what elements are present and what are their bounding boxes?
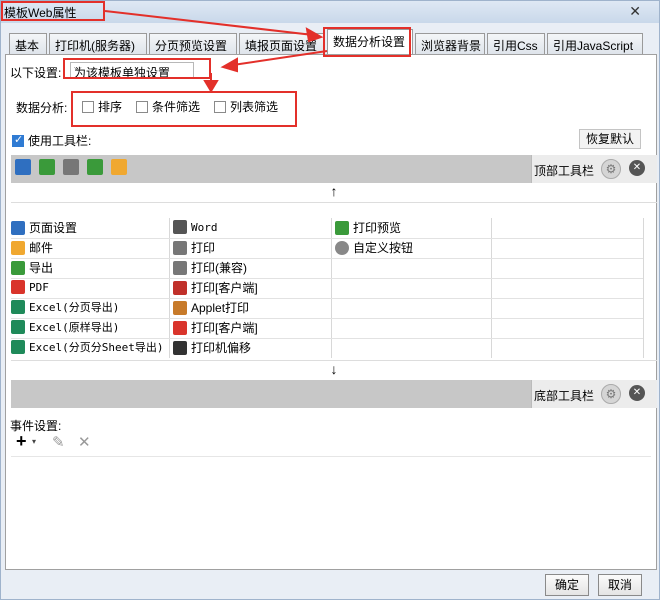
button-label: 自定义按钮: [353, 241, 414, 255]
bottom-toolbar-header: 底部工具栏 ⚙ ✕: [531, 380, 657, 408]
top-toolbar-header: 顶部工具栏 ⚙ ✕: [531, 155, 657, 183]
pdf-print-button[interactable]: 打印[客户端]: [173, 318, 258, 338]
print-icon: [173, 261, 187, 275]
grid-divider: [643, 218, 644, 358]
move-up-arrow[interactable]: ↑: [11, 183, 657, 203]
export-icon: [11, 261, 25, 275]
button-label: 打印[客户端]: [191, 281, 258, 295]
export-button[interactable]: 导出: [11, 258, 53, 278]
button-label: 打印: [191, 241, 216, 255]
add-event-icon[interactable]: +: [16, 431, 27, 452]
page-setup-icon[interactable]: [15, 159, 31, 175]
bottom-toolbar-label: 底部工具栏: [534, 389, 595, 403]
add-dropdown-chevron-icon[interactable]: ▾: [32, 437, 36, 446]
excel-icon: [11, 320, 25, 334]
button-label: 导出: [29, 261, 54, 275]
flash-print-icon: [173, 281, 187, 295]
pdf-icon: [11, 280, 25, 294]
button-label: 打印(兼容): [191, 261, 247, 275]
bottom-toolbar-settings-icon[interactable]: ⚙: [601, 384, 621, 404]
export-icon[interactable]: [87, 159, 103, 175]
print-preview-icon: [335, 221, 349, 235]
bottom-toolbar-preview: [11, 380, 531, 408]
word-button[interactable]: Word: [173, 218, 218, 238]
grid-row-divider: [11, 258, 643, 259]
button-label: Excel(原样导出): [29, 321, 120, 334]
flash-print-button[interactable]: 打印[客户端]: [173, 278, 258, 298]
grid-row-divider: [11, 278, 643, 279]
annotation-arrows: [104, 10, 328, 93]
mail-button[interactable]: 邮件: [11, 238, 53, 258]
word-icon: [173, 220, 187, 234]
button-label: Excel(分页导出): [29, 301, 120, 314]
custom-button[interactable]: 自定义按钮: [335, 238, 413, 258]
top-toolbar-settings-icon[interactable]: ⚙: [601, 159, 621, 179]
button-label: Applet打印: [191, 301, 250, 315]
top-toolbar-remove-icon[interactable]: ✕: [629, 160, 645, 176]
excel-icon: [11, 300, 25, 314]
excel-sheet-button[interactable]: Excel(分页分Sheet导出): [11, 338, 163, 358]
page-setup-button[interactable]: 页面设置: [11, 218, 77, 238]
excel-icon: [11, 340, 25, 354]
mail-icon: [11, 241, 25, 255]
button-label: 页面设置: [29, 221, 78, 235]
button-label: 邮件: [29, 241, 54, 255]
top-toolbar-preview: [11, 155, 531, 183]
print-button[interactable]: 打印: [173, 238, 215, 258]
button-label: 打印[客户端]: [191, 321, 258, 335]
ok-button[interactable]: 确定: [545, 574, 589, 596]
mail-icon[interactable]: [111, 159, 127, 175]
top-toolbar-label: 顶部工具栏: [534, 164, 595, 178]
button-label: PDF: [29, 281, 49, 294]
move-icon: [173, 341, 187, 355]
excel-original-button[interactable]: Excel(原样导出): [11, 318, 119, 338]
grid-divider: [331, 218, 332, 358]
events-list[interactable]: [11, 456, 651, 566]
pdf-print-icon: [173, 321, 187, 335]
excel-paged-button[interactable]: Excel(分页导出): [11, 298, 119, 318]
grid-row-divider: [11, 238, 643, 239]
delete-event-icon[interactable]: ✕: [78, 433, 91, 451]
print-preview-icon[interactable]: [39, 159, 55, 175]
button-label: 打印机偏移: [191, 341, 252, 355]
button-label: Word: [191, 221, 218, 234]
applet-icon: [173, 301, 187, 315]
print-preview-button[interactable]: 打印预览: [335, 218, 401, 238]
print-icon[interactable]: [63, 159, 79, 175]
printer-offset-button[interactable]: 打印机偏移: [173, 338, 251, 358]
move-down-arrow[interactable]: ↓: [11, 360, 657, 380]
button-label: 打印预览: [353, 221, 402, 235]
button-label: Excel(分页分Sheet导出): [29, 341, 164, 354]
cancel-button[interactable]: 取消: [598, 574, 642, 596]
page-setup-icon: [11, 221, 25, 235]
print-compat-button[interactable]: 打印(兼容): [173, 258, 247, 278]
pdf-button[interactable]: PDF: [11, 278, 49, 298]
bottom-toolbar-remove-icon[interactable]: ✕: [629, 385, 645, 401]
custom-gear-icon: [335, 241, 349, 255]
print-icon: [173, 241, 187, 255]
applet-print-button[interactable]: Applet打印: [173, 298, 249, 318]
dialog-window: 模板Web属性 ✕ 基本 打印机(服务器) 分页预览设置 填报页面设置 数据分析…: [0, 0, 660, 600]
edit-event-icon[interactable]: ✎: [52, 433, 65, 451]
grid-divider: [169, 218, 170, 358]
grid-divider: [491, 218, 492, 358]
